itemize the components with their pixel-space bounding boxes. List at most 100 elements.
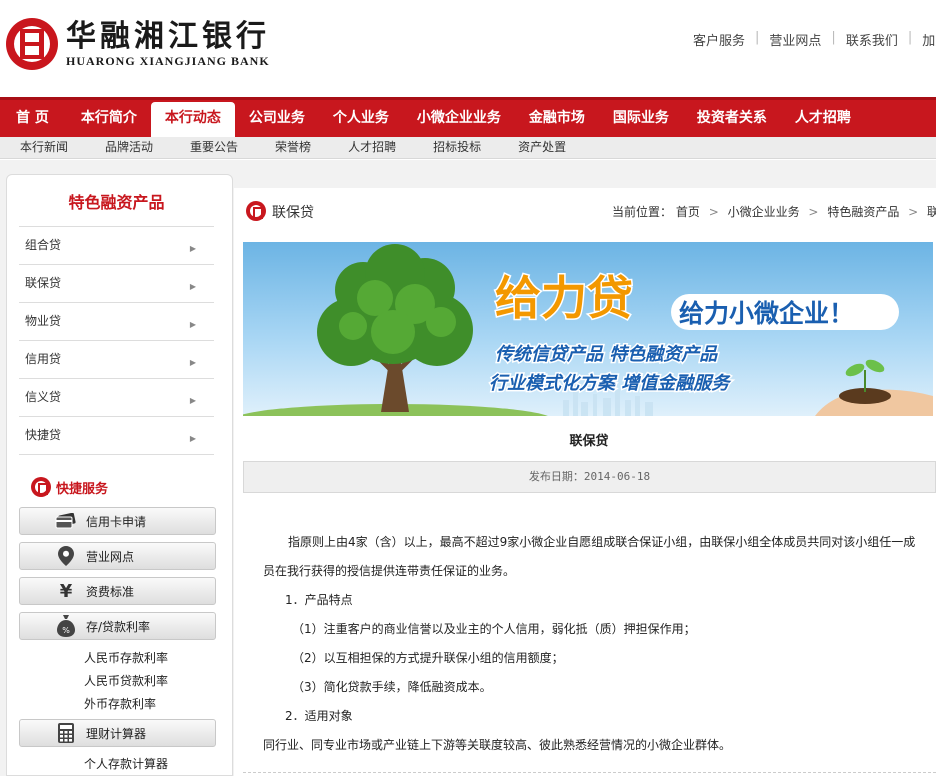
breadcrumb-separator: > <box>708 205 719 219</box>
breadcrumb-prefix: 当前位置： <box>612 205 673 219</box>
branch-locator-button[interactable]: 营业网点 <box>19 542 216 570</box>
location-pin-icon <box>54 546 78 566</box>
nav-item-investor[interactable]: 投资者关系 <box>683 100 781 137</box>
bank-logo-icon <box>246 201 266 221</box>
breadcrumb-separator: > <box>808 205 819 219</box>
promo-banner: 给力贷 给力小微企业！ 传统信贷产品 特色融资产品 行业模式化方案 增值金融服务 <box>243 242 933 416</box>
banner-line-1: 传统信贷产品 特色融资产品 <box>495 344 718 365</box>
sidebar-item-joint-guarantee-loan[interactable]: 联保贷 ▶ <box>19 265 214 303</box>
nav-item-careers[interactable]: 人才招聘 <box>781 100 865 137</box>
banner-slogan: 给力小微企业！ <box>679 299 854 328</box>
article-point: （2）以互相担保的方式提升联保小组的信用额度； <box>292 651 564 665</box>
logo-chinese-name: 华融湘江银行 <box>66 19 270 54</box>
main-nav: 首 页 本行简介 本行动态 公司业务 个人业务 小微企业业务 金融市场 国际业务… <box>0 97 936 137</box>
rmb-loan-rate-link[interactable]: 人民币贷款利率 <box>84 672 168 689</box>
nav-item-news[interactable]: 本行动态 <box>150 102 235 137</box>
subnav-item-announcements[interactable]: 重要公告 <box>170 137 255 158</box>
fee-schedule-button[interactable]: ¥ 资费标准 <box>19 577 216 605</box>
button-label: 资费标准 <box>86 584 135 599</box>
article-intro: 指原则上由4家（含）以上，最高不超过9家小微企业自愿组成联合保证小组，由联保小组… <box>263 535 916 578</box>
page-title: 联保贷 <box>272 205 314 221</box>
subnav-item-careers[interactable]: 人才招聘 <box>328 137 413 158</box>
article-point: （1）注重客户的商业信誉以及业主的个人信用，弱化抵（质）押担保作用； <box>292 622 696 636</box>
top-links: 客户服务 | 营业网点 | 联系我们 | 加入 <box>683 30 936 49</box>
sidebar-item-label: 组合贷 <box>25 238 62 252</box>
breadcrumb-separator: > <box>908 205 919 219</box>
top-link-contact[interactable]: 联系我们 <box>836 30 908 49</box>
svg-text:%: % <box>62 626 70 635</box>
subnav-item-honors[interactable]: 荣誉榜 <box>255 137 328 158</box>
arrow-right-icon: ▶ <box>189 396 196 405</box>
subnav-item-asset-disposal[interactable]: 资产处置 <box>498 137 583 158</box>
quick-services-header: 快捷服务 <box>31 477 232 497</box>
breadcrumb-small-business[interactable]: 小微企业业务 <box>728 205 800 219</box>
article-section-heading: 2．适用对象 <box>285 709 353 723</box>
publish-date: 发布日期：2014-06-18 <box>243 461 936 493</box>
nav-item-small-business[interactable]: 小微企业业务 <box>403 100 515 137</box>
sidebar-title: 特色融资产品 <box>19 175 214 227</box>
breadcrumb-home[interactable]: 首页 <box>676 205 700 219</box>
credit-card-apply-button[interactable]: 信用卡申请 <box>19 507 216 535</box>
arrow-right-icon: ▶ <box>189 244 196 253</box>
article-title: 联保贷 <box>569 434 609 449</box>
breadcrumb-current[interactable]: 联保贷 <box>927 205 936 219</box>
sidebar-product-list: 组合贷 ▶ 联保贷 ▶ 物业贷 ▶ 信用贷 ▶ 信义贷 ▶ 快捷贷 ▶ <box>19 227 214 455</box>
breadcrumb-special-financing[interactable]: 特色融资产品 <box>827 205 899 219</box>
top-link-branches[interactable]: 营业网点 <box>759 30 831 49</box>
nav-item-international[interactable]: 国际业务 <box>599 100 683 137</box>
nav-item-home[interactable]: 首 页 <box>0 100 67 137</box>
arrow-right-icon: ▶ <box>189 282 196 291</box>
sidebar-item-credit-loan[interactable]: 信用贷 ▶ <box>19 341 214 379</box>
banner-line-2: 行业模式化方案 增值金融服务 <box>489 373 732 394</box>
button-label: 理财计算器 <box>86 726 147 741</box>
nav-item-about[interactable]: 本行简介 <box>67 100 151 137</box>
subnav-item-tenders[interactable]: 招标投标 <box>413 137 498 158</box>
sidebar-item-property-loan[interactable]: 物业贷 ▶ <box>19 303 214 341</box>
subnav-item-news[interactable]: 本行新闻 <box>0 137 85 158</box>
breadcrumb: 当前位置： 首页 > 小微企业业务 > 特色融资产品 > 联保贷 <box>612 203 936 220</box>
sidebar: 特色融资产品 组合贷 ▶ 联保贷 ▶ 物业贷 ▶ 信用贷 ▶ 信义贷 ▶ 快捷贷 ▶ 快捷服… <box>6 174 233 776</box>
logo-english-name: HUARONG XIANGJIANG BANK <box>66 54 270 68</box>
site-header: 华融湘江银行 HUARONG XIANGJIANG BANK 客户服务 | 营业… <box>0 0 936 97</box>
quick-services-title: 快捷服务 <box>56 481 109 497</box>
divider <box>243 772 936 773</box>
interest-rates-button[interactable]: % 存/贷款利率 <box>19 612 216 640</box>
main-content: 联保贷 当前位置： 首页 > 小微企业业务 > 特色融资产品 > 联保贷 <box>234 188 936 776</box>
arrow-right-icon: ▶ <box>189 320 196 329</box>
nav-item-personal[interactable]: 个人业务 <box>319 100 403 137</box>
nav-item-financial-market[interactable]: 金融市场 <box>515 100 599 137</box>
arrow-right-icon: ▶ <box>189 358 196 367</box>
money-bag-icon: % <box>54 615 78 637</box>
article-point: （3）简化贷款手续，降低融资成本。 <box>292 680 492 694</box>
financial-calculator-button[interactable]: 理财计算器 <box>19 719 216 747</box>
sidebar-item-label: 联保贷 <box>25 276 62 290</box>
bank-logo[interactable]: 华融湘江银行 HUARONG XIANGJIANG BANK <box>6 18 270 70</box>
sidebar-item-label: 信用贷 <box>25 352 62 366</box>
article-section-heading: 1．产品特点 <box>285 593 353 607</box>
yen-icon: ¥ <box>59 580 73 602</box>
logo-mark-icon <box>6 18 58 70</box>
rmb-deposit-rate-link[interactable]: 人民币存款利率 <box>84 649 168 666</box>
article-body: 指原则上由4家（含）以上，最高不超过9家小微企业自愿组成联合保证小组，由联保小组… <box>263 528 923 760</box>
calculator-icon <box>54 723 78 743</box>
foreign-deposit-rate-link[interactable]: 外币存款利率 <box>84 695 156 712</box>
sub-nav: 本行新闻 品牌活动 重要公告 荣誉榜 人才招聘 招标投标 资产处置 <box>0 137 936 159</box>
sidebar-item-label: 信义贷 <box>25 390 62 404</box>
article-target-audience: 同行业、同专业市场或产业链上下游等关联度较高、彼此熟悉经营情况的小微企业群体。 <box>263 738 732 752</box>
banner-headline: 给力贷 <box>495 271 633 325</box>
sidebar-item-label: 物业贷 <box>25 314 62 328</box>
sidebar-item-xinyi-loan[interactable]: 信义贷 ▶ <box>19 379 214 417</box>
deposit-calculator-link[interactable]: 个人存款计算器 <box>84 755 168 772</box>
banner-artwork: 给力贷 给力小微企业！ 传统信贷产品 特色融资产品 行业模式化方案 增值金融服务 <box>243 244 933 416</box>
sidebar-item-quick-loan[interactable]: 快捷贷 ▶ <box>19 417 214 455</box>
top-link-join[interactable]: 加入 <box>912 30 936 49</box>
arrow-right-icon: ▶ <box>189 434 196 443</box>
sidebar-item-combo-loan[interactable]: 组合贷 ▶ <box>19 227 214 265</box>
top-link-customer-service[interactable]: 客户服务 <box>683 30 755 49</box>
breadcrumb-bar: 联保贷 当前位置： 首页 > 小微企业业务 > 特色融资产品 > 联保贷 <box>234 188 936 231</box>
subnav-item-brand-events[interactable]: 品牌活动 <box>85 137 170 158</box>
bank-logo-icon <box>31 477 51 497</box>
button-label: 营业网点 <box>86 549 135 564</box>
nav-item-corporate[interactable]: 公司业务 <box>235 100 319 137</box>
sidebar-item-label: 快捷贷 <box>25 428 62 442</box>
